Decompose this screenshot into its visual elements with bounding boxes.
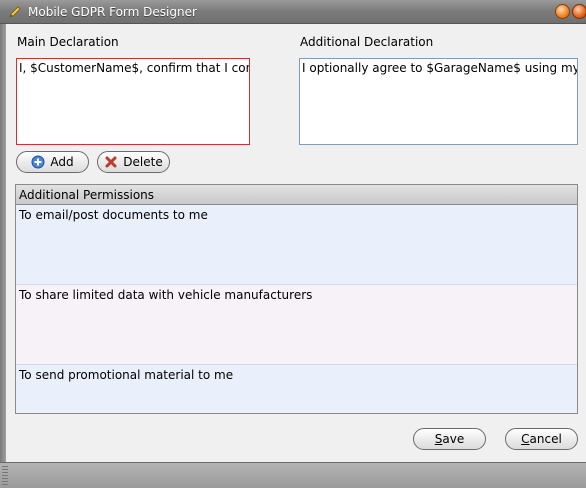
cancel-button-label: Cancel — [521, 432, 562, 446]
permission-row-email[interactable]: To email/post documents to me — [16, 205, 577, 285]
add-button[interactable]: Add — [16, 151, 89, 173]
resize-grip[interactable] — [2, 466, 8, 486]
minimize-button[interactable] — [555, 4, 570, 19]
title-bar[interactable]: Mobile GDPR Form Designer — [0, 0, 586, 24]
permission-row-promo[interactable]: To send promotional material to me — [16, 365, 577, 413]
main-declaration-label: Main Declaration — [17, 35, 119, 49]
permission-row-share[interactable]: To share limited data with vehicle manuf… — [16, 285, 577, 365]
window-title: Mobile GDPR Form Designer — [28, 5, 197, 19]
pencil-icon — [9, 6, 21, 18]
permission-row-text: To share limited data with vehicle manuf… — [19, 288, 313, 302]
add-button-label: Add — [50, 155, 74, 169]
save-button[interactable]: Save — [413, 428, 486, 450]
main-declaration-input[interactable]: I, $CustomerName$, confirm that I consen… — [16, 58, 250, 145]
additional-declaration-input[interactable]: I optionally agree to $GarageName$ using… — [299, 58, 578, 145]
window-frame — [0, 24, 6, 464]
permission-row-text: To email/post documents to me — [19, 208, 208, 222]
save-button-label: Save — [434, 432, 465, 446]
close-button[interactable] — [572, 4, 586, 19]
permissions-grid-header: Additional Permissions — [16, 185, 577, 205]
additional-declaration-label: Additional Declaration — [300, 35, 434, 49]
delete-button-label: Delete — [123, 155, 163, 169]
plus-icon — [31, 155, 45, 169]
delete-button[interactable]: Delete — [97, 151, 170, 173]
permissions-grid: Additional Permissions To email/post doc… — [15, 184, 578, 414]
status-bar — [0, 462, 586, 488]
permission-row-text: To send promotional material to me — [19, 368, 234, 382]
cancel-button[interactable]: Cancel — [505, 428, 578, 450]
delete-x-icon — [105, 156, 117, 168]
